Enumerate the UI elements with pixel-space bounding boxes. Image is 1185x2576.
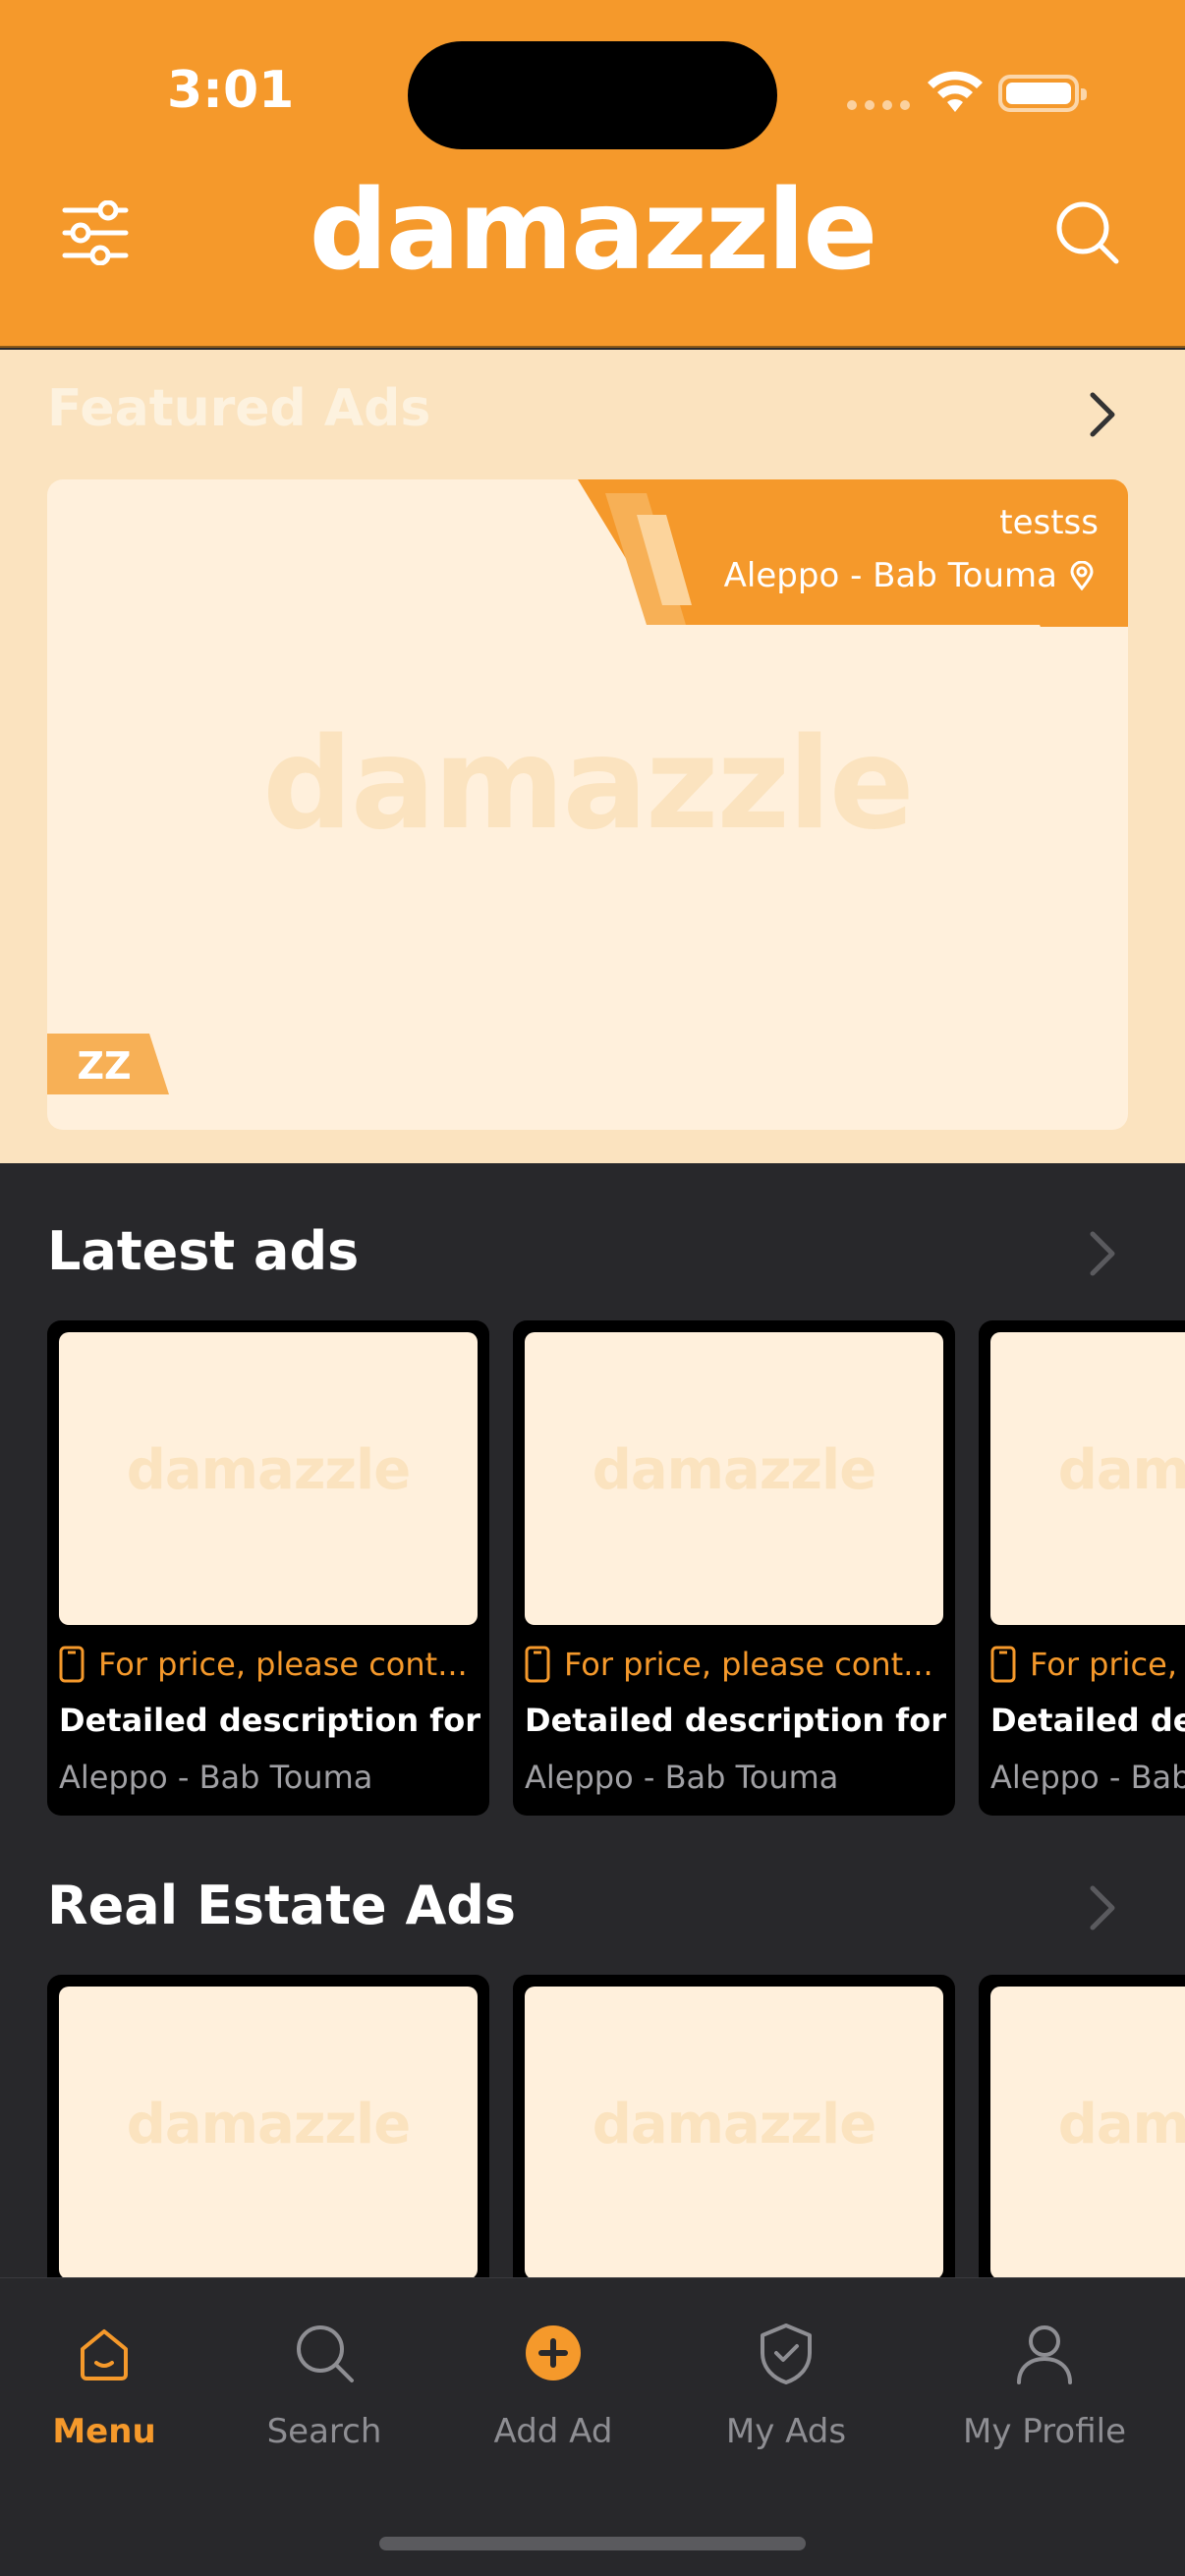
- tab-menu[interactable]: Menu: [0, 2318, 212, 2451]
- zz-badge: ZZ: [47, 1034, 169, 1094]
- chevron-right-icon[interactable]: [1085, 387, 1120, 442]
- zz-badge-text: ZZ: [77, 1044, 131, 1088]
- phone-icon: [59, 1646, 85, 1683]
- latest-ads-list: damazzle For price, please cont... Detai…: [47, 1320, 1185, 1821]
- ad-thumbnail: damazzle: [525, 1987, 943, 2277]
- ad-price-text: For price, please cont...: [564, 1646, 933, 1683]
- phone-icon: [525, 1646, 550, 1683]
- watermark-logo: damazzle: [262, 711, 914, 858]
- tab-label: My Profile: [963, 2412, 1126, 2451]
- tab-my-profile[interactable]: My Profile: [936, 2318, 1153, 2451]
- real-estate-title: Real Estate Ads: [47, 1875, 517, 1936]
- ad-price: For price, please cont...: [525, 1643, 947, 1686]
- ad-location: Aleppo - Bab Touma: [525, 1759, 839, 1796]
- ad-price: For price, please cont...: [59, 1643, 481, 1686]
- app-logo: damazzle: [309, 167, 878, 295]
- real-estate-list: damazzle damazzle damazzle: [47, 1975, 1185, 2277]
- tab-add-ad[interactable]: Add Ad: [445, 2318, 661, 2451]
- phone-icon: [990, 1646, 1016, 1683]
- ad-card[interactable]: damazzle: [979, 1975, 1185, 2277]
- ad-description: Detailed description for t...: [59, 1702, 481, 1739]
- search-icon: [297, 2325, 354, 2382]
- tab-my-ads[interactable]: My Ads: [678, 2318, 894, 2451]
- ad-thumbnail: damazzle: [990, 1332, 1185, 1625]
- search-icon[interactable]: [1055, 200, 1120, 265]
- featured-ad-card[interactable]: testss Aleppo - Bab Touma damazzle ZZ: [47, 479, 1128, 1130]
- location-pin-icon: [1070, 561, 1094, 590]
- ad-thumbnail: damazzle: [59, 1987, 478, 2277]
- app-header: 3:01 damazzle: [0, 0, 1185, 348]
- ad-card[interactable]: damazzle For price, please cont... Detai…: [47, 1320, 489, 1816]
- tab-label: Menu: [52, 2412, 156, 2451]
- featured-ad-title: testss: [999, 503, 1099, 542]
- ad-price-text: For price, please cont...: [98, 1646, 468, 1683]
- ad-price-text: For price, please cont...: [1030, 1646, 1185, 1683]
- battery-icon: [998, 75, 1087, 112]
- ad-description: Detailed description for t...: [525, 1702, 947, 1739]
- ad-card[interactable]: damazzle For price, please cont... Detai…: [979, 1320, 1185, 1816]
- wifi-icon: [928, 71, 983, 112]
- person-icon: [1017, 2325, 1072, 2384]
- watermark-logo: damazzle: [1057, 2093, 1185, 2156]
- watermark-logo: damazzle: [126, 2093, 411, 2156]
- watermark-logo: damazzle: [1057, 1438, 1185, 1502]
- tab-label: Add Ad: [493, 2412, 613, 2451]
- ad-thumbnail: damazzle: [59, 1332, 478, 1625]
- watermark-logo: damazzle: [592, 2093, 876, 2156]
- ad-price: For price, please cont...: [990, 1643, 1185, 1686]
- ad-location: Aleppo - Bab Touma: [59, 1759, 373, 1796]
- featured-title: Featured Ads: [47, 379, 431, 438]
- latest-ads-title: Latest ads: [47, 1220, 360, 1282]
- ad-thumbnail: damazzle: [525, 1332, 943, 1625]
- signal-icon: [847, 100, 910, 110]
- tab-search[interactable]: Search: [216, 2318, 432, 2451]
- shield-check-icon: [761, 2324, 812, 2384]
- dynamic-island: [408, 41, 777, 149]
- home-indicator: [379, 2537, 806, 2550]
- featured-section: Featured Ads testss Aleppo - Bab Touma d…: [0, 350, 1185, 1163]
- ad-card[interactable]: damazzle: [47, 1975, 489, 2277]
- ad-card[interactable]: damazzle For price, please cont... Detai…: [513, 1320, 955, 1816]
- tab-label: Search: [266, 2412, 382, 2451]
- tab-label: My Ads: [725, 2412, 847, 2451]
- featured-ad-location: Aleppo - Bab Touma: [724, 556, 1095, 595]
- ad-thumbnail: damazzle: [990, 1987, 1185, 2277]
- featured-ad-location-text: Aleppo - Bab Touma: [723, 556, 1057, 595]
- home-icon: [81, 2329, 128, 2380]
- chevron-right-icon[interactable]: [1085, 1880, 1120, 1935]
- chevron-right-icon[interactable]: [1085, 1226, 1120, 1281]
- plus-circle-icon: [526, 2325, 581, 2380]
- watermark-logo: damazzle: [592, 1438, 876, 1502]
- card-ribbon: [578, 479, 1128, 627]
- watermark-logo: damazzle: [126, 1438, 411, 1502]
- ad-location: Aleppo - Bab Touma: [990, 1759, 1185, 1796]
- ad-description: Detailed description for t...: [990, 1702, 1185, 1739]
- bottom-tab-bar: Menu Search Add Ad My Ads My Profile: [0, 2277, 1185, 2576]
- ad-card[interactable]: damazzle: [513, 1975, 955, 2277]
- status-time: 3:01: [167, 61, 295, 120]
